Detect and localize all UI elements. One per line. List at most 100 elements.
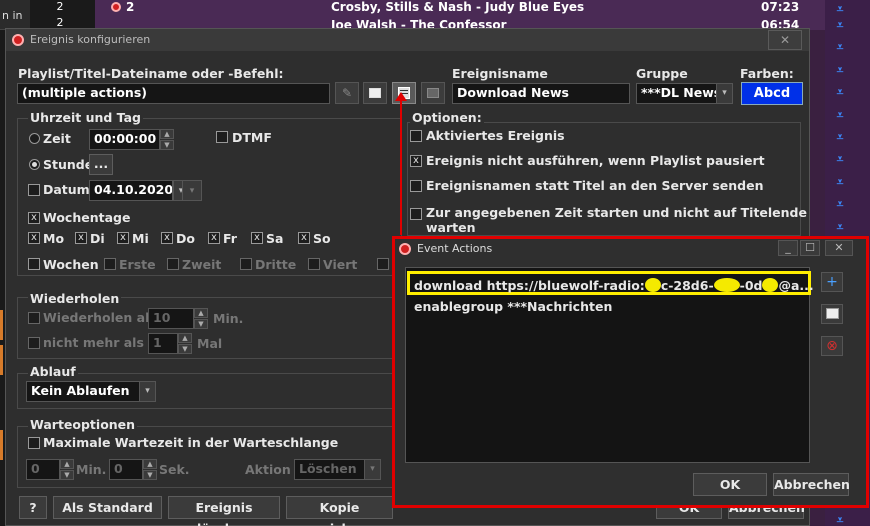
wait-min-down-icon[interactable]: ▼ [60,470,74,480]
option-send-name-checkbox[interactable] [410,180,422,192]
wait-max-label: Maximale Wartezeit in der Warteschlange [43,435,339,450]
repeat-up-icon[interactable]: ▲ [194,308,208,318]
color-button[interactable]: Abcd [741,82,803,105]
dialog-close-button[interactable]: ✕ [768,30,802,50]
move-down-icon[interactable]: ⩡ [833,152,847,166]
event-actions-cancel-button[interactable]: Abbrechen [773,473,850,496]
repeat-max-checkbox[interactable] [28,337,40,349]
repeat-down-icon[interactable]: ▼ [194,319,208,329]
time-radio[interactable] [29,133,40,144]
action-item[interactable]: download https://bluewolf-radio: c-28d6- -… [414,276,814,293]
hour-picker-button[interactable]: ... [89,154,113,175]
repeat-every-checkbox[interactable] [28,312,40,324]
wait-sec-down-icon[interactable]: ▼ [143,470,157,480]
action-item[interactable]: enablegroup ***Nachrichten [414,299,612,314]
date-calendar-icon[interactable]: ▾ [182,180,202,201]
dtmf-checkbox[interactable] [216,131,228,143]
wait-max-checkbox[interactable] [28,437,40,449]
add-action-button[interactable]: + [821,272,843,292]
day-checkbox-so[interactable]: x [298,232,310,244]
wait-title: Warteoptionen [28,417,138,432]
repeat-max-input[interactable]: 1 [148,333,178,354]
playlist-command-input[interactable]: (multiple actions) [17,83,330,104]
set-default-button[interactable]: Als Standard [53,496,162,519]
date-input[interactable]: 04.10.2020 [89,180,173,201]
repeat-max-down-icon[interactable]: ▼ [178,344,192,354]
week-checkbox-2[interactable] [167,258,179,270]
colors-label: Farben: [740,66,794,81]
time-down-icon[interactable]: ▼ [160,140,174,150]
move-down-icon[interactable]: ⩡ [833,40,847,54]
remove-action-button[interactable]: ⊗ [821,336,843,356]
group-select[interactable]: ***DL News ▾ [636,83,733,104]
wait-sec-input[interactable]: 0 [109,459,143,480]
week-checkbox-3[interactable] [240,258,252,270]
move-down-icon[interactable]: ⩡ [833,2,847,16]
preview-icon[interactable] [421,82,445,104]
edit-action-button[interactable] [821,304,843,324]
day-checkbox-mi[interactable]: x [117,232,129,244]
repeat-every-unit: Min. [213,311,244,326]
weeks-label: Wochen [43,257,99,272]
day-label: Sa [266,231,284,246]
move-down-icon[interactable]: ⩡ [833,130,847,144]
background-row-num: 2 [56,0,64,13]
week-checkbox-5[interactable] [377,258,389,270]
wait-sec-up-icon[interactable]: ▲ [143,459,157,469]
day-checkbox-di[interactable]: x [75,232,87,244]
action-select[interactable]: Löschen ▾ [294,459,381,480]
hour-label: Stunde [43,157,94,172]
maximize-icon[interactable]: ☐ [800,240,820,256]
event-actions-ok-button[interactable]: OK [693,473,767,496]
playlist-row[interactable]: Joe Walsh - The Confessor 06:54 [106,18,825,28]
close-icon[interactable]: ✕ [825,240,853,256]
weekdays-checkbox[interactable]: x [28,212,40,224]
day-checkbox-fr[interactable]: x [208,232,220,244]
hour-radio[interactable] [29,159,40,170]
wait-min-up-icon[interactable]: ▲ [60,459,74,469]
time-up-icon[interactable]: ▲ [160,129,174,139]
time-input[interactable]: 00:00:00 [89,129,160,150]
app-logo-icon [399,243,411,255]
group-label: Gruppe [636,66,688,81]
option-pause-checkbox[interactable]: x [410,155,422,167]
repeat-max-up-icon[interactable]: ▲ [178,333,192,343]
action-item-text: download https://bluewolf-radio: [414,278,645,293]
option-start-exact-checkbox[interactable] [410,208,422,220]
background-marker [0,310,3,340]
event-name-label: Ereignisname [452,66,548,81]
option-label-line2: warten [426,220,476,235]
move-down-icon[interactable]: ⩡ [833,197,847,211]
delete-event-button[interactable]: Ereignis löschen [168,496,280,526]
save-copy-button[interactable]: Kopie speichern [286,496,393,526]
day-checkbox-do[interactable]: x [161,232,173,244]
dialog-title-bar: Ereignis konfigurieren [6,29,809,51]
date-checkbox[interactable] [28,184,40,196]
action-select-value: Löschen [299,461,357,476]
move-down-icon[interactable]: ⩡ [833,108,847,122]
move-down-icon[interactable]: ⩡ [833,513,847,526]
repeat-every-input[interactable]: 10 [148,308,194,329]
track-icon [111,2,121,12]
wand-icon[interactable]: ✎ [335,82,359,104]
week-checkbox-1[interactable] [104,258,116,270]
move-down-icon[interactable]: ⩡ [833,175,847,189]
move-down-icon[interactable]: ⩡ [833,85,847,99]
move-down-icon[interactable]: ⩡ [833,18,847,32]
playlist-row[interactable]: 2 Crosby, Stills & Nash - Judy Blue Eyes… [106,0,825,15]
option-active-checkbox[interactable] [410,130,422,142]
week-checkbox-4[interactable] [308,258,320,270]
minimize-icon[interactable]: _ [778,240,798,256]
move-down-icon[interactable]: ⩡ [833,220,847,234]
day-label: Do [176,231,195,246]
day-checkbox-mo[interactable]: x [28,232,40,244]
expiry-select[interactable]: Kein Ablaufen ▾ [26,381,156,402]
day-checkbox-sa[interactable]: x [251,232,263,244]
help-button[interactable]: ? [19,496,47,519]
browse-file-icon[interactable] [363,82,387,104]
move-down-icon[interactable]: ⩡ [833,63,847,77]
repeat-title: Wiederholen [28,291,122,306]
event-name-input[interactable]: Download News [452,83,630,104]
weeks-checkbox[interactable] [28,258,40,270]
wait-min-input[interactable]: 0 [26,459,60,480]
